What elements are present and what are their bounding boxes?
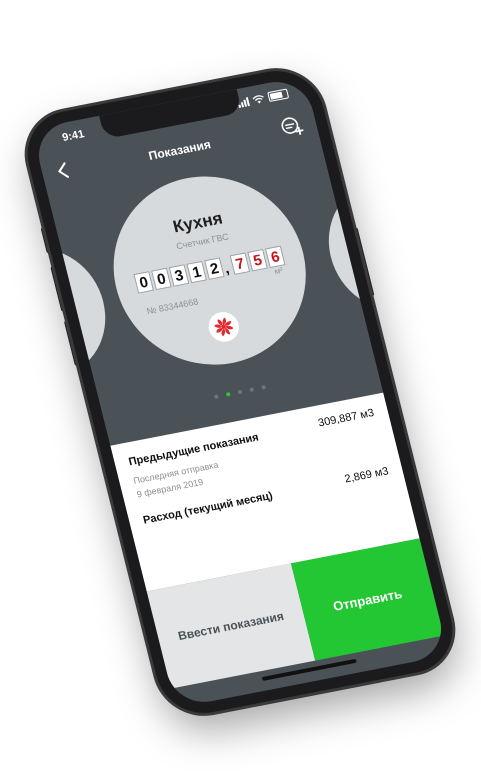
status-icons [237, 88, 290, 108]
previous-readings-value: 309,887 м3 [316, 407, 376, 430]
pagination-dot-active[interactable] [225, 391, 231, 397]
fan-icon [214, 317, 234, 337]
counter-digit-fraction: 5 [247, 248, 268, 272]
next-meter-card[interactable] [315, 171, 449, 321]
meter-kind-badge [205, 309, 243, 345]
counter-digit: 0 [151, 267, 172, 291]
consumption-label: Расход (текущий месяц) [142, 489, 274, 527]
meter-serial: № 83344668 [145, 296, 200, 317]
pagination-dot[interactable] [237, 389, 243, 395]
app-screen: 9:41 Показания Кухня Счетчик ГВС 0 0 3 1… [31, 75, 449, 709]
phone-device: 9:41 Показания Кухня Счетчик ГВС 0 0 3 1… [17, 63, 463, 721]
consumption-value: 2,869 м3 [343, 465, 390, 486]
battery-icon [267, 88, 290, 103]
add-meter-button[interactable] [278, 113, 307, 141]
counter-digit: 2 [204, 257, 225, 280]
meter-unit: м³ [273, 265, 284, 277]
pagination-dot[interactable] [261, 385, 267, 390]
add-meter-icon [281, 117, 304, 135]
wifi-icon [252, 94, 264, 103]
counter-digit: 3 [168, 264, 190, 287]
pagination-dot[interactable] [249, 387, 255, 393]
counter-digit-fraction: 7 [229, 252, 251, 275]
phone-frame: 9:41 Показания Кухня Счетчик ГВС 0 0 3 1… [17, 63, 463, 721]
meter-card[interactable]: Кухня Счетчик ГВС 0 0 3 1 2 , 7 5 6 м³ № [93, 160, 326, 381]
pagination-dot[interactable] [213, 394, 219, 399]
counter-digit: 1 [186, 260, 207, 284]
previous-readings-label: Предыдущие показания [127, 431, 260, 469]
counter-digit: 0 [133, 271, 154, 294]
meter-carousel[interactable]: Кухня Счетчик ГВС 0 0 3 1 2 , 7 5 6 м³ № [31, 152, 449, 429]
status-time: 9:41 [61, 128, 86, 145]
counter-digit-fraction: 6 [264, 245, 286, 269]
